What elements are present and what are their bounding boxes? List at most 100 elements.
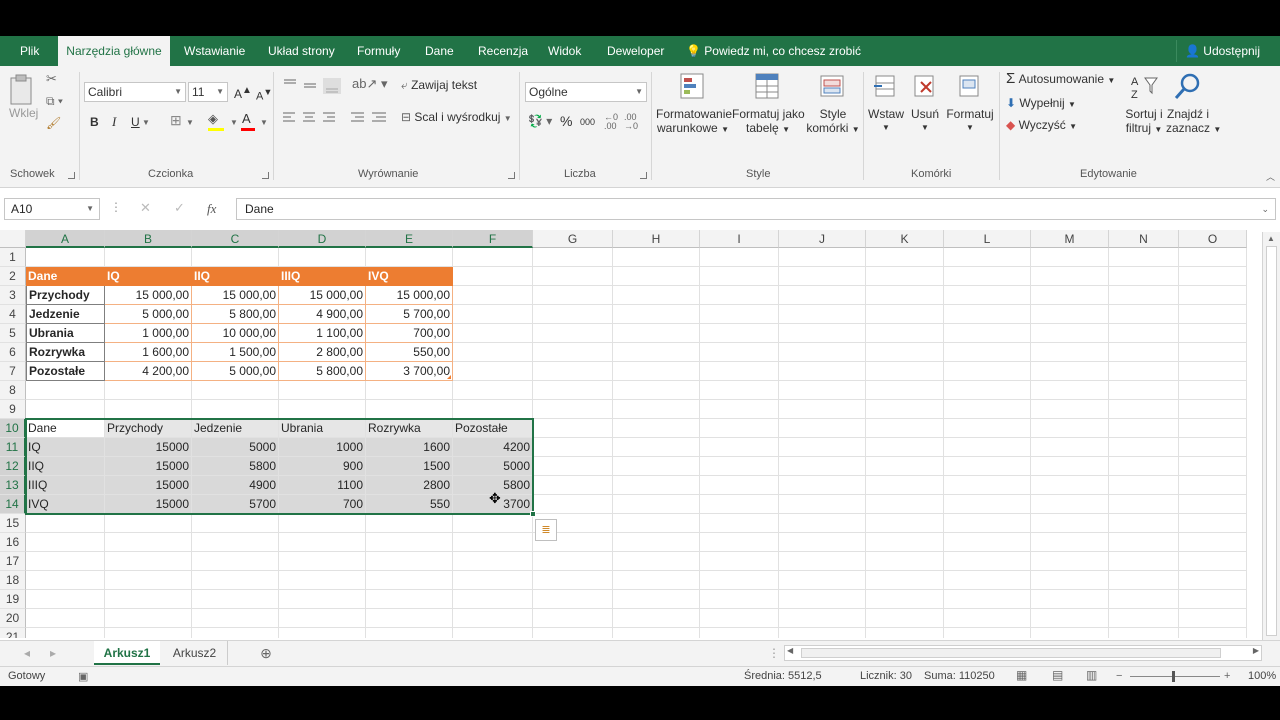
tab-developer[interactable]: Deweloper xyxy=(607,36,664,66)
column-header[interactable]: H xyxy=(613,230,700,248)
tab-page-layout[interactable]: Układ strony xyxy=(268,36,335,66)
table2-header-cell[interactable]: Przychody xyxy=(105,419,192,438)
fill-color-icon[interactable]: ◈ xyxy=(208,112,224,131)
indent-icons[interactable] xyxy=(350,110,390,126)
row-header[interactable]: 9 xyxy=(0,400,26,419)
table2-value-cell[interactable]: 1100 xyxy=(279,476,366,495)
increase-decimal-icon[interactable]: ←0.00 xyxy=(604,113,618,131)
table2-value-cell[interactable]: 1000 xyxy=(279,438,366,457)
table2-value-cell[interactable]: 4900 xyxy=(192,476,279,495)
font-name-combo[interactable]: Calibri ▼ xyxy=(84,82,186,102)
row-header[interactable]: 15 xyxy=(0,514,26,533)
table1-header-cell[interactable]: IIQ xyxy=(192,267,279,286)
row-header[interactable]: 5 xyxy=(0,324,26,343)
table1-value-cell[interactable]: 5 000,00 xyxy=(105,305,192,324)
next-sheet-icon[interactable]: ▸ xyxy=(46,641,60,665)
format-painter-icon[interactable]: 🖌 xyxy=(46,116,61,130)
zoom-slider[interactable] xyxy=(1130,671,1220,682)
tab-split-dots[interactable]: ⋮ xyxy=(768,641,780,665)
table1-row-label[interactable]: Ubrania xyxy=(26,324,105,343)
zoom-out-icon[interactable]: − xyxy=(1116,670,1122,682)
table1-value-cell[interactable]: 15 000,00 xyxy=(279,286,366,305)
format-cells-button[interactable]: Formatuj ▼ xyxy=(944,72,996,135)
row-header[interactable]: 1 xyxy=(0,248,26,267)
table2-header-cell[interactable]: Dane xyxy=(26,419,105,438)
table1-row-label[interactable]: Przychody xyxy=(26,286,105,305)
table2-header-cell[interactable]: Jedzenie xyxy=(192,419,279,438)
row-header[interactable]: 11 xyxy=(0,438,26,457)
chevron-down-icon[interactable]: ▼ xyxy=(230,116,238,130)
page-layout-view-icon[interactable]: ▤ xyxy=(1052,668,1063,682)
column-header[interactable]: B xyxy=(105,230,192,248)
cell-styles-button[interactable]: Style komórki ▼ xyxy=(806,72,860,137)
table1-row-label[interactable]: Rozrywka xyxy=(26,343,105,362)
share-button[interactable]: 👤 Udostępnij xyxy=(1176,40,1268,62)
column-header[interactable]: O xyxy=(1179,230,1247,248)
row-header[interactable]: 10 xyxy=(0,419,26,438)
table2-header-cell[interactable]: Rozrywka xyxy=(366,419,453,438)
table1-header-cell[interactable]: IVQ xyxy=(366,267,453,286)
row-header[interactable]: 17 xyxy=(0,552,26,571)
column-header[interactable]: C xyxy=(192,230,279,248)
column-header[interactable]: A xyxy=(26,230,105,248)
row-header[interactable]: 20 xyxy=(0,609,26,628)
row-header[interactable]: 12 xyxy=(0,457,26,476)
tab-file[interactable]: Plik xyxy=(20,36,39,66)
table2-value-cell[interactable]: 550 xyxy=(366,495,453,514)
table1-value-cell[interactable]: 10 000,00 xyxy=(192,324,279,343)
row-header[interactable]: 4 xyxy=(0,305,26,324)
column-header[interactable]: N xyxy=(1109,230,1179,248)
find-select-button[interactable]: Znajdź i zaznacz ▼ xyxy=(1166,72,1221,137)
table1-header-cell[interactable]: Dane xyxy=(26,267,105,286)
row-header[interactable]: 16 xyxy=(0,533,26,552)
alignment-launcher-icon[interactable] xyxy=(508,172,515,179)
normal-view-icon[interactable]: ▦ xyxy=(1016,668,1027,682)
table2-row-label[interactable]: IQ xyxy=(26,438,105,457)
table2-value-cell[interactable]: 4200 xyxy=(453,438,533,457)
percent-button[interactable]: % xyxy=(560,114,572,128)
table1-value-cell[interactable]: 4 200,00 xyxy=(105,362,192,381)
table1-value-cell[interactable]: 5 000,00 xyxy=(192,362,279,381)
column-header[interactable]: I xyxy=(700,230,779,248)
column-header[interactable]: F xyxy=(453,230,533,248)
macro-record-icon[interactable]: ▣ xyxy=(78,670,88,683)
currency-icon[interactable]: 💱 ▾ xyxy=(528,114,552,128)
collapse-ribbon-icon[interactable]: ︿ xyxy=(1266,170,1275,184)
table2-value-cell[interactable]: 15000 xyxy=(105,457,192,476)
row-header[interactable]: 6 xyxy=(0,343,26,362)
font-launcher-icon[interactable] xyxy=(262,172,269,179)
row-header[interactable]: 13 xyxy=(0,476,26,495)
row-header[interactable]: 18 xyxy=(0,571,26,590)
tell-me-box[interactable]: 💡 Powiedz mi, co chcesz zrobić xyxy=(686,36,861,66)
table1-value-cell[interactable]: 5 700,00 xyxy=(366,305,453,324)
font-size-combo[interactable]: 11 ▼ xyxy=(188,82,228,102)
column-header[interactable]: G xyxy=(533,230,613,248)
table1-value-cell[interactable]: 1 100,00 xyxy=(279,324,366,343)
table1-row-label[interactable]: Jedzenie xyxy=(26,305,105,324)
row-header[interactable]: 7 xyxy=(0,362,26,381)
table1-value-cell[interactable]: 700,00 xyxy=(366,324,453,343)
table2-header-cell[interactable]: Pozostałe xyxy=(453,419,533,438)
tab-insert[interactable]: Wstawianie xyxy=(184,36,245,66)
horizontal-scrollbar[interactable]: ◀ ▶ xyxy=(784,645,1262,661)
underline-button[interactable]: U xyxy=(131,115,140,129)
tab-view[interactable]: Widok xyxy=(548,36,581,66)
table1-value-cell[interactable]: 5 800,00 xyxy=(192,305,279,324)
table2-row-label[interactable]: IIIQ xyxy=(26,476,105,495)
paste-button[interactable] xyxy=(8,74,38,110)
table2-value-cell[interactable]: 1500 xyxy=(366,457,453,476)
table1-value-cell[interactable]: 1 600,00 xyxy=(105,343,192,362)
table1-value-cell[interactable]: 550,00 xyxy=(366,343,453,362)
table2-header-cell[interactable]: Ubrania xyxy=(279,419,366,438)
table2-value-cell[interactable]: 900 xyxy=(279,457,366,476)
table2-value-cell[interactable]: 5800 xyxy=(192,457,279,476)
table1-value-cell[interactable]: 15 000,00 xyxy=(192,286,279,305)
cut-icon[interactable]: ✂ xyxy=(46,72,57,86)
thousands-button[interactable]: 000 xyxy=(580,115,595,129)
table-resize-handle[interactable] xyxy=(447,375,451,379)
table2-value-cell[interactable]: 15000 xyxy=(105,476,192,495)
scroll-right-icon[interactable]: ▶ xyxy=(1253,646,1259,655)
horizontal-align-icons[interactable] xyxy=(282,110,338,126)
format-as-table-button[interactable]: Formatuj jako tabelę ▼ xyxy=(732,72,805,137)
wrap-text-button[interactable]: ⤶ Zawijaj tekst xyxy=(401,78,477,92)
